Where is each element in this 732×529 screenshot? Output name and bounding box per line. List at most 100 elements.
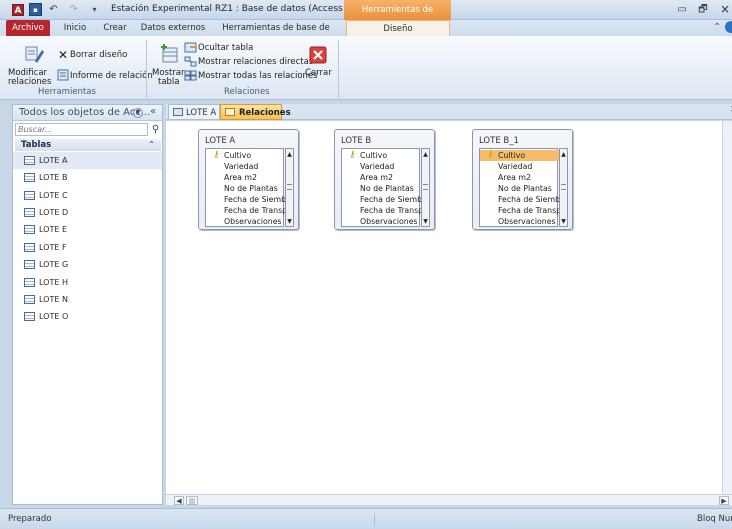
scroll-down-icon[interactable]: ▼: [286, 217, 293, 226]
field-item[interactable]: Fecha de Transp: [480, 205, 559, 216]
scroll-down-icon[interactable]: ▼: [422, 217, 429, 226]
field-item[interactable]: Variedad: [206, 161, 285, 172]
list-item[interactable]: LOTE C: [13, 187, 162, 204]
list-item[interactable]: LOTE H: [13, 274, 162, 291]
table-box-title[interactable]: LOTE A: [205, 136, 235, 146]
scroll-up-icon[interactable]: ▲: [422, 150, 429, 159]
redo-icon[interactable]: ↷: [67, 3, 80, 16]
all-relationships-icon[interactable]: [184, 70, 197, 81]
collapse-section-icon[interactable]: ⌃: [148, 139, 155, 151]
help-icon[interactable]: [725, 21, 732, 33]
tab-herramientas-base-datos[interactable]: Herramientas de base de datos: [212, 20, 340, 49]
field-item[interactable]: Fecha de Siemb: [480, 194, 559, 205]
field-item[interactable]: Area m2: [342, 172, 421, 183]
field-item[interactable]: No de Plantas: [342, 183, 421, 194]
table-box-title[interactable]: LOTE B: [341, 136, 371, 146]
collapse-pane-icon[interactable]: «: [150, 106, 156, 117]
field-item[interactable]: Variedad: [480, 161, 559, 172]
close-relationships-button[interactable]: Cerrar: [305, 68, 332, 78]
list-item[interactable]: LOTE N: [13, 291, 162, 308]
ribbon-minimize-icon[interactable]: ⌃: [713, 22, 723, 33]
scroll-up-icon[interactable]: ▲: [286, 150, 293, 159]
tab-crear[interactable]: Crear: [100, 20, 130, 36]
scroll-thumb[interactable]: [561, 184, 566, 190]
table-box-title[interactable]: LOTE B_1: [479, 136, 519, 146]
field-list[interactable]: ⚷ Cultivo Variedad Area m2 No de Plantas …: [205, 148, 285, 227]
maximize-button[interactable]: 🗗: [696, 3, 710, 16]
field-item[interactable]: Variedad: [342, 161, 421, 172]
tab-diseno[interactable]: Diseño: [346, 20, 450, 36]
field-item[interactable]: Area m2: [480, 172, 559, 183]
list-item[interactable]: LOTE D: [13, 204, 162, 221]
chevron-down-icon[interactable]: ▼: [133, 108, 143, 118]
list-item[interactable]: LOTE F: [13, 239, 162, 256]
horizontal-scrollbar[interactable]: ◀ ||| ▶: [166, 494, 732, 505]
search-icon[interactable]: ⚲: [150, 123, 161, 136]
list-item[interactable]: LOTE G: [13, 256, 162, 273]
field-item[interactable]: No de Plantas: [206, 183, 285, 194]
field-item[interactable]: Observaciones: [342, 216, 421, 227]
doc-tab-lote-a[interactable]: LOTE A: [168, 104, 220, 120]
field-item[interactable]: Observaciones: [480, 216, 559, 227]
customize-toolbar-icon[interactable]: ▾: [88, 3, 101, 16]
field-item[interactable]: No de Plantas: [480, 183, 559, 194]
field-item[interactable]: ⚷ Cultivo: [342, 150, 421, 161]
table-box-lote-a[interactable]: LOTE A ⚷ Cultivo Variedad Area m2 No de P…: [198, 129, 299, 230]
scroll-up-icon[interactable]: ▲: [560, 150, 567, 159]
scrollbar[interactable]: ▲ ▼: [421, 148, 430, 227]
list-item[interactable]: LOTE A: [13, 152, 162, 169]
field-item[interactable]: Observaciones: [206, 216, 285, 227]
save-icon[interactable]: ▪: [29, 3, 42, 16]
table-box-lote-b-1[interactable]: LOTE B_1 ⚷ Cultivo Variedad Area m2 No de…: [472, 129, 573, 230]
scroll-thumb[interactable]: [423, 184, 428, 190]
scroll-thumb[interactable]: [287, 184, 292, 190]
field-list[interactable]: ⚷ Cultivo Variedad Area m2 No de Plantas …: [341, 148, 421, 227]
section-header-tablas[interactable]: Tablas ⌃: [15, 139, 161, 151]
field-item[interactable]: Fecha de Siemb: [206, 194, 285, 205]
scroll-right-icon[interactable]: ▶: [719, 496, 729, 505]
show-table-label-2[interactable]: tabla: [158, 77, 180, 87]
tab-archivo[interactable]: Archivo: [6, 20, 50, 36]
relationships-canvas[interactable]: LOTE A ⚷ Cultivo Variedad Area m2 No de P…: [166, 121, 732, 494]
field-item[interactable]: Fecha de Siemb: [342, 194, 421, 205]
relationship-report-icon[interactable]: [57, 69, 69, 81]
direct-relationships-button[interactable]: Mostrar relaciones directas: [198, 57, 313, 67]
scroll-down-icon[interactable]: ▼: [560, 217, 567, 226]
doc-tab-relaciones[interactable]: Relaciones: [220, 104, 291, 120]
access-app-icon[interactable]: A: [12, 4, 24, 16]
tab-datos-externos[interactable]: Datos externos: [140, 20, 206, 36]
vertical-scrollbar[interactable]: [722, 121, 732, 494]
show-table-icon[interactable]: [160, 42, 180, 64]
scroll-left-icon[interactable]: ◀: [174, 496, 184, 505]
close-icon[interactable]: [309, 46, 327, 64]
hide-table-button[interactable]: Ocultar tabla: [198, 43, 253, 53]
clear-layout-button[interactable]: Borrar diseño: [70, 50, 127, 60]
relationship-report-button[interactable]: Informe de relación: [70, 71, 153, 81]
scroll-thumb[interactable]: |||: [186, 496, 198, 505]
undo-icon[interactable]: ↶: [47, 3, 60, 16]
list-item[interactable]: LOTE E: [13, 221, 162, 238]
direct-relationships-icon[interactable]: [184, 56, 197, 67]
close-window-button[interactable]: 🗙: [718, 3, 732, 16]
tab-inicio[interactable]: Inicio: [58, 20, 92, 36]
field-item[interactable]: Fecha de Transp: [342, 205, 421, 216]
field-item[interactable]: Area m2: [206, 172, 285, 183]
clear-layout-icon[interactable]: ✕: [58, 48, 68, 62]
scrollbar[interactable]: ▲ ▼: [559, 148, 568, 227]
modify-relationships-icon[interactable]: [24, 44, 44, 64]
minimize-button[interactable]: ▭: [675, 3, 689, 16]
nav-pane-header[interactable]: Todos los objetos de Acc... ▼ «: [13, 105, 162, 121]
table-box-lote-b[interactable]: LOTE B ⚷ Cultivo Variedad Area m2 No de P…: [334, 129, 435, 230]
scrollbar[interactable]: ▲ ▼: [285, 148, 294, 227]
hide-table-icon[interactable]: [184, 42, 197, 53]
list-item[interactable]: LOTE O: [13, 308, 162, 325]
nav-pane-title[interactable]: Todos los objetos de Acc...: [19, 107, 150, 118]
search-input[interactable]: [15, 123, 148, 136]
field-item[interactable]: Fecha de Transp: [206, 205, 285, 216]
field-item[interactable]: ⚷ Cultivo: [206, 150, 285, 161]
field-list[interactable]: ⚷ Cultivo Variedad Area m2 No de Plantas …: [479, 148, 559, 227]
modify-relationships-label-2[interactable]: relaciones: [8, 77, 51, 87]
list-item[interactable]: LOTE B: [13, 169, 162, 186]
all-relationships-button[interactable]: Mostrar todas las relaciones: [198, 71, 318, 81]
field-item-selected[interactable]: ⚷ Cultivo: [480, 150, 559, 161]
